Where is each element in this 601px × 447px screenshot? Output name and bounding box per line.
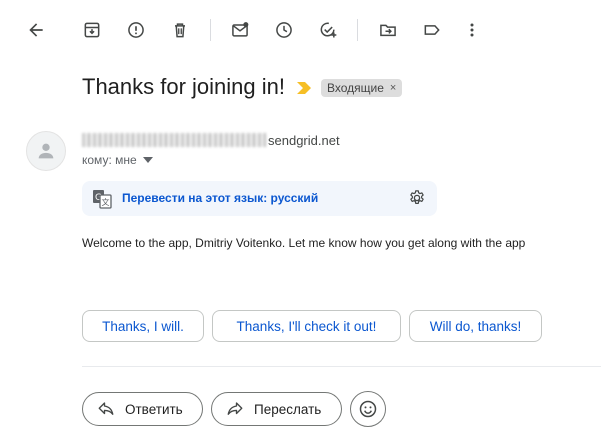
- svg-text:文: 文: [102, 197, 110, 207]
- toolbar-separator: [210, 19, 211, 41]
- reply-button[interactable]: Ответить: [82, 392, 203, 426]
- labels-button[interactable]: [420, 18, 444, 42]
- mark-unread-icon: [232, 22, 249, 37]
- add-to-tasks-icon: [320, 22, 337, 38]
- label-chip-inbox: Входящие ×: [321, 79, 403, 97]
- person-icon: [38, 143, 54, 159]
- archive-icon: [84, 22, 100, 38]
- translate-link[interactable]: Перевести на этот язык: русский: [122, 191, 318, 205]
- more-options-button[interactable]: [460, 18, 484, 42]
- labels-icon: [424, 25, 440, 35]
- move-to-button[interactable]: [376, 18, 400, 42]
- label-chip-text: Входящие: [327, 81, 384, 95]
- forward-icon: [227, 402, 243, 415]
- snooze-button[interactable]: [272, 18, 296, 42]
- forward-label: Переслать: [254, 401, 322, 417]
- translate-icon: G 文: [93, 190, 112, 209]
- mark-unread-button[interactable]: [228, 18, 252, 42]
- recipient-details-toggle[interactable]: кому: мне: [82, 153, 153, 167]
- delete-button[interactable]: [168, 18, 192, 42]
- smart-reply-button[interactable]: Thanks, I will.: [82, 310, 204, 342]
- smart-reply-button[interactable]: Thanks, I'll check it out!: [212, 310, 401, 342]
- reply-label: Ответить: [125, 401, 183, 417]
- forward-button[interactable]: Переслать: [211, 392, 342, 426]
- caret-down-icon: [142, 157, 153, 163]
- smart-reply-button[interactable]: Will do, thanks!: [409, 310, 542, 342]
- smiley-icon: [359, 400, 377, 418]
- importance-marker-icon[interactable]: [297, 82, 311, 94]
- translate-bar: G 文 Перевести на этот язык: русский: [82, 181, 437, 216]
- divider: [82, 366, 601, 367]
- snooze-icon: [276, 22, 292, 38]
- sender-domain: sendgrid.net: [268, 133, 340, 148]
- remove-label-button[interactable]: ×: [390, 82, 396, 94]
- sender-avatar: [26, 131, 66, 171]
- back-button[interactable]: [24, 18, 48, 42]
- move-to-icon: [380, 24, 396, 37]
- archive-button[interactable]: [80, 18, 104, 42]
- report-spam-button[interactable]: [124, 18, 148, 42]
- add-to-tasks-button[interactable]: [316, 18, 340, 42]
- reply-icon: [98, 402, 114, 415]
- email-body: Welcome to the app, Dmitriy Voitenko. Le…: [82, 236, 526, 250]
- sender-address[interactable]: sendgrid.net: [82, 133, 340, 148]
- recipient-text: кому: мне: [82, 153, 137, 167]
- more-vert-icon: [470, 23, 474, 37]
- delete-icon: [175, 23, 185, 38]
- sender-redacted: [82, 133, 266, 147]
- email-subject: Thanks for joining in!: [82, 74, 285, 99]
- report-spam-icon: [128, 22, 144, 38]
- gear-icon[interactable]: [408, 189, 426, 207]
- back-arrow-icon: [29, 23, 43, 37]
- toolbar-separator: [357, 19, 358, 41]
- emoji-reaction-button[interactable]: [350, 391, 386, 427]
